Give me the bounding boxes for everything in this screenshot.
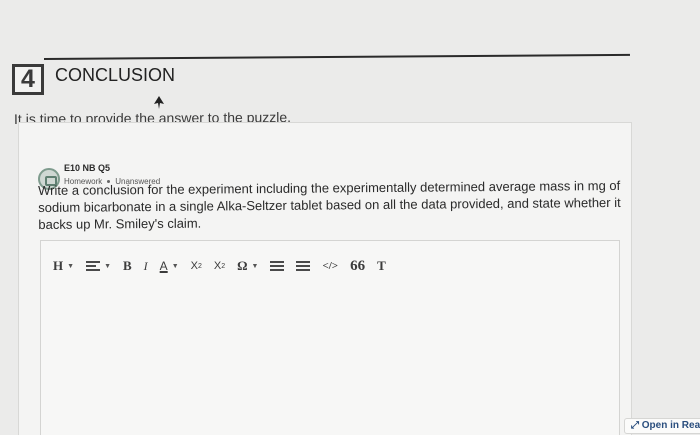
chevron-down-icon: ▼: [104, 262, 111, 270]
align-left-icon: [86, 260, 101, 272]
superscript-button[interactable]: X2: [214, 256, 225, 276]
answer-text-area[interactable]: [41, 291, 619, 435]
section-header: 4 CONCLUSION: [8, 53, 630, 100]
subscript-mark: 2: [197, 262, 202, 270]
omega-icon: Ω: [237, 258, 248, 273]
expand-icon: ⤢: [631, 420, 642, 431]
blockquote-button[interactable]: 66: [350, 256, 365, 276]
superscript-mark: 2: [221, 262, 226, 270]
text-color-dropdown[interactable]: A ▼: [160, 256, 179, 276]
superscript-base: X: [213, 260, 222, 272]
align-dropdown[interactable]: ▼: [86, 256, 111, 276]
chevron-down-icon: ▼: [67, 262, 75, 270]
heading-dropdown[interactable]: H ▼: [53, 256, 74, 276]
chevron-down-icon: ▼: [171, 262, 179, 270]
bullet-list-button[interactable]: [296, 256, 311, 276]
special-character-dropdown[interactable]: Ω ▼: [237, 256, 258, 276]
code-button[interactable]: </>: [322, 256, 338, 276]
chevron-down-icon: ▼: [251, 262, 259, 270]
bold-button[interactable]: B: [123, 256, 132, 276]
section-title: CONCLUSION: [55, 65, 176, 85]
rich-text-editor[interactable]: H ▼ ▼ B I A ▼ X2 X2 Ω ▼ </> 66 T: [40, 240, 620, 435]
editor-toolbar: H ▼ ▼ B I A ▼ X2 X2 Ω ▼ </> 66 T: [41, 241, 619, 291]
ordered-list-icon: [270, 260, 285, 272]
mouse-pointer-icon: [153, 96, 165, 110]
ordered-list-button[interactable]: [270, 256, 285, 276]
open-in-reader-button[interactable]: ⤢ Open in Readi: [624, 418, 700, 434]
open-in-reader-label: Open in Readi: [641, 420, 700, 431]
question-prompt: Write a conclusion for the experiment in…: [38, 177, 621, 232]
page: 4 CONCLUSION It is time to provide the a…: [0, 0, 700, 435]
bullet-list-icon: [296, 260, 311, 272]
text-color-icon: A: [159, 259, 168, 273]
question-id: E10 NB Q5: [64, 163, 111, 173]
italic-button[interactable]: I: [144, 256, 148, 276]
subscript-base: X: [190, 260, 198, 272]
clear-formatting-button[interactable]: T: [377, 256, 386, 276]
section-number-badge: 4: [12, 64, 44, 95]
subscript-button[interactable]: X2: [191, 256, 202, 276]
section-divider: [43, 53, 630, 60]
heading-label: H: [53, 258, 64, 273]
